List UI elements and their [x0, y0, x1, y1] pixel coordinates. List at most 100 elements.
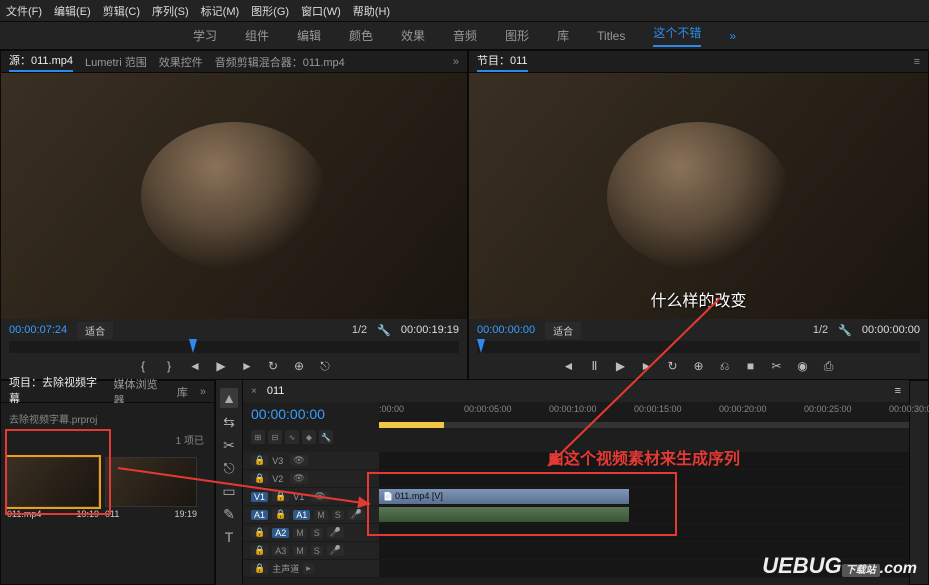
sequence-name[interactable]: 011 [267, 385, 285, 397]
ws-color[interactable]: 颜色 [349, 27, 373, 44]
camera-icon[interactable]: ◉ [795, 359, 811, 373]
work-area-bar[interactable] [379, 422, 909, 428]
razor-tool-icon[interactable]: ⎋ [223, 460, 234, 477]
ripple-tool-icon[interactable]: ✂ [223, 437, 235, 454]
timeline-ruler[interactable]: :00:00 00:00:05:00 00:00:10:00 00:00:15:… [379, 402, 909, 422]
mic-icon[interactable]: 🎤 [348, 509, 365, 520]
project-bin[interactable]: 去除视频字幕.prproj 1 项已 011.mp419:19 01119:19 [1, 403, 214, 584]
audio-mixer-tab[interactable]: 音频剪辑混合器：011.mp4 [215, 54, 345, 70]
expand-icon[interactable]: ▸ [303, 563, 314, 574]
program-tc-in[interactable]: 00:00:00:00 [477, 324, 535, 336]
track-a2[interactable]: A2 [272, 528, 289, 538]
ws-custom[interactable]: 这个不错 [653, 24, 701, 47]
play-icon[interactable]: ▶ [613, 359, 629, 373]
next-icon[interactable]: ↻ [665, 359, 681, 373]
play-icon[interactable]: ▶ [213, 359, 229, 373]
solo-icon[interactable]: S [311, 528, 323, 538]
step-back-icon[interactable]: Ⅱ [587, 359, 603, 373]
timeline-tc[interactable]: 00:00:00:00 [243, 402, 379, 426]
panel-menu-icon[interactable]: ≡ [895, 385, 901, 397]
lock-icon[interactable]: 🔒 [272, 509, 289, 520]
source-tc-in[interactable]: 00:00:07:24 [9, 324, 67, 336]
program-scale[interactable]: 1/2 [813, 324, 828, 336]
link-icon[interactable]: ∿ [285, 430, 299, 444]
source-scale[interactable]: 1/2 [352, 324, 367, 336]
menu-edit[interactable]: 编辑(E) [54, 3, 91, 19]
target-icon[interactable]: V1 [251, 492, 268, 502]
program-tab[interactable]: 节目：011 [477, 52, 528, 72]
lock-icon[interactable]: 🔒 [251, 473, 268, 484]
source-tab[interactable]: 源：011.mp4 [9, 52, 73, 72]
ws-graphics[interactable]: 图形 [505, 27, 529, 44]
track-label[interactable]: V1 [293, 492, 307, 502]
mute-icon[interactable]: M [314, 510, 328, 520]
step-fwd-icon[interactable]: ► [639, 359, 655, 373]
ws-learn[interactable]: 学习 [193, 27, 217, 44]
step-fwd-icon[interactable]: ► [239, 359, 255, 373]
solo-icon[interactable]: S [311, 546, 323, 556]
slip-tool-icon[interactable]: ▭ [222, 483, 235, 500]
nest-icon[interactable]: ⊞ [251, 430, 265, 444]
wrench-icon[interactable]: 🔧 [377, 324, 391, 337]
lock-icon[interactable]: 🔒 [251, 527, 268, 538]
menu-help[interactable]: 帮助(H) [353, 3, 390, 19]
source-playhead[interactable] [189, 339, 197, 353]
panel-menu-icon[interactable]: ≡ [914, 56, 920, 68]
program-playhead[interactable] [477, 339, 485, 353]
snap-icon[interactable]: ⊟ [268, 430, 282, 444]
menu-mark[interactable]: 标记(M) [201, 3, 240, 19]
program-scrubber[interactable] [477, 341, 920, 353]
ws-editing[interactable]: 编辑 [297, 27, 321, 44]
mute-icon[interactable]: M [293, 546, 307, 556]
mic-icon[interactable]: 🎤 [327, 527, 344, 538]
settings-icon[interactable]: 🔧 [319, 430, 333, 444]
mic-icon[interactable]: 🎤 [327, 545, 344, 556]
lock-icon[interactable]: 🔒 [272, 491, 289, 502]
mark-out-icon[interactable]: } [161, 359, 177, 373]
menu-clip[interactable]: 剪辑(C) [103, 3, 140, 19]
lock-icon[interactable]: 🔒 [251, 545, 268, 556]
wrench-icon[interactable]: 🔧 [838, 324, 852, 337]
eye-icon[interactable]: 👁 [290, 473, 307, 484]
effect-controls-tab[interactable]: 效果控件 [159, 54, 203, 70]
ws-effects[interactable]: 效果 [401, 27, 425, 44]
loop-icon[interactable]: ↻ [265, 359, 281, 373]
ws-assembly[interactable]: 组件 [245, 27, 269, 44]
ws-libraries[interactable]: 库 [557, 27, 569, 44]
extract-icon[interactable]: ⎌ [717, 359, 733, 374]
track-a3[interactable]: A3 [272, 546, 289, 556]
menu-graphics[interactable]: 图形(G) [251, 3, 289, 19]
prev-icon[interactable]: ◄ [561, 359, 577, 373]
lift-icon[interactable]: ⊕ [691, 359, 707, 373]
type-tool-icon[interactable]: T [225, 529, 234, 545]
settings-icon[interactable]: ⎙ [821, 359, 837, 374]
work-area-handle[interactable] [379, 422, 444, 428]
selection-tool-icon[interactable]: ▲ [220, 388, 238, 408]
track-a1[interactable]: A1 [293, 510, 310, 520]
lumetri-tab[interactable]: Lumetri 范围 [85, 54, 147, 70]
ws-overflow-icon[interactable]: » [729, 29, 736, 43]
program-fit[interactable]: 适合 [545, 322, 581, 339]
seq-thumbnail[interactable] [105, 457, 197, 507]
eye-icon[interactable]: 👁 [290, 455, 307, 466]
eye-icon[interactable]: 👁 [311, 491, 328, 502]
marker-icon[interactable]: ◆ [302, 430, 316, 444]
lock-icon[interactable]: 🔒 [251, 563, 268, 574]
source-fit[interactable]: 适合 [77, 322, 113, 339]
sequence-item[interactable]: 01119:19 [105, 457, 197, 521]
menu-file[interactable]: 文件(F) [6, 3, 42, 19]
track-label[interactable]: V2 [272, 474, 286, 484]
step-back-icon[interactable]: ◄ [187, 359, 203, 373]
insert-icon[interactable]: ⊕ [291, 359, 307, 373]
ws-audio[interactable]: 音频 [453, 27, 477, 44]
pen-tool-icon[interactable]: ✎ [223, 506, 235, 523]
mark-in-icon[interactable]: { [135, 359, 151, 373]
target-icon[interactable]: A1 [251, 510, 268, 520]
solo-icon[interactable]: S [332, 510, 344, 520]
source-scrubber[interactable] [9, 341, 459, 353]
libraries-tab[interactable]: 库 [177, 384, 188, 400]
track-select-tool-icon[interactable]: ⇆ [223, 414, 235, 431]
snip-icon[interactable]: ✂ [769, 359, 785, 373]
menu-window[interactable]: 窗口(W) [301, 3, 341, 19]
source-monitor[interactable] [1, 73, 467, 319]
